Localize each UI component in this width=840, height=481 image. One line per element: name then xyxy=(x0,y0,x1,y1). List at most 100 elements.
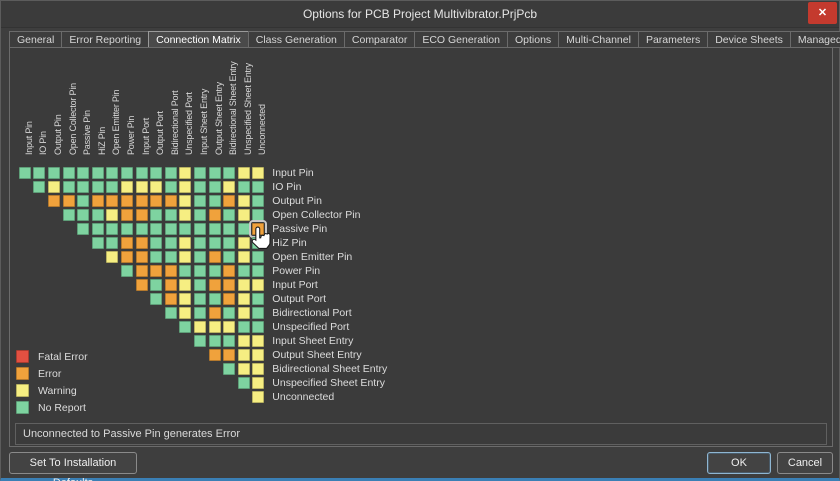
matrix-cell[interactable] xyxy=(121,209,133,221)
matrix-cell[interactable] xyxy=(106,167,118,179)
matrix-cell[interactable] xyxy=(252,181,264,193)
matrix-cell[interactable] xyxy=(136,265,148,277)
matrix-cell[interactable] xyxy=(165,195,177,207)
matrix-cell[interactable] xyxy=(209,195,221,207)
matrix-cell[interactable] xyxy=(223,251,235,263)
matrix-cell[interactable] xyxy=(194,195,206,207)
matrix-cell[interactable] xyxy=(106,181,118,193)
tab-eco-generation[interactable]: ECO Generation xyxy=(414,31,507,48)
matrix-cell[interactable] xyxy=(150,279,162,291)
matrix-cell[interactable] xyxy=(106,209,118,221)
matrix-cell[interactable] xyxy=(121,167,133,179)
matrix-cell[interactable] xyxy=(179,307,191,319)
tab-multi-channel[interactable]: Multi-Channel xyxy=(558,31,638,48)
matrix-cell[interactable] xyxy=(252,167,264,179)
matrix-cell[interactable] xyxy=(165,223,177,235)
matrix-cell[interactable] xyxy=(150,293,162,305)
matrix-cell[interactable] xyxy=(136,167,148,179)
matrix-cell[interactable] xyxy=(209,237,221,249)
tab-error-reporting[interactable]: Error Reporting xyxy=(61,31,148,48)
matrix-cell[interactable] xyxy=(150,209,162,221)
matrix-cell[interactable] xyxy=(252,293,264,305)
matrix-cell[interactable] xyxy=(121,265,133,277)
matrix-cell[interactable] xyxy=(223,321,235,333)
matrix-cell[interactable] xyxy=(92,167,104,179)
matrix-cell[interactable] xyxy=(63,195,75,207)
matrix-cell[interactable] xyxy=(136,195,148,207)
matrix-cell[interactable] xyxy=(252,279,264,291)
matrix-cell[interactable] xyxy=(238,237,250,249)
matrix-cell[interactable] xyxy=(136,279,148,291)
matrix-cell[interactable] xyxy=(194,167,206,179)
matrix-cell[interactable] xyxy=(77,167,89,179)
matrix-cell[interactable] xyxy=(136,223,148,235)
matrix-cell[interactable] xyxy=(150,195,162,207)
matrix-cell[interactable] xyxy=(165,251,177,263)
matrix-cell[interactable] xyxy=(252,209,264,221)
matrix-cell[interactable] xyxy=(150,167,162,179)
matrix-cell[interactable] xyxy=(165,167,177,179)
matrix-cell[interactable] xyxy=(252,377,264,389)
matrix-cell[interactable] xyxy=(33,181,45,193)
matrix-cell[interactable] xyxy=(48,167,60,179)
matrix-cell[interactable] xyxy=(179,209,191,221)
matrix-cell[interactable] xyxy=(150,251,162,263)
matrix-cell[interactable] xyxy=(209,223,221,235)
matrix-cell[interactable] xyxy=(223,265,235,277)
matrix-cell[interactable] xyxy=(238,349,250,361)
matrix-cell[interactable] xyxy=(179,265,191,277)
matrix-cell[interactable] xyxy=(179,167,191,179)
matrix-cell[interactable] xyxy=(194,237,206,249)
matrix-cell[interactable] xyxy=(238,209,250,221)
matrix-cell[interactable] xyxy=(209,349,221,361)
tab-device-sheets[interactable]: Device Sheets xyxy=(707,31,790,48)
matrix-cell[interactable] xyxy=(194,223,206,235)
matrix-cell[interactable] xyxy=(106,237,118,249)
matrix-cell[interactable] xyxy=(63,181,75,193)
matrix-cell[interactable] xyxy=(209,321,221,333)
matrix-cell[interactable] xyxy=(209,279,221,291)
matrix-cell[interactable] xyxy=(150,223,162,235)
matrix-cell[interactable] xyxy=(194,293,206,305)
matrix-cell[interactable] xyxy=(252,391,264,403)
matrix-cell[interactable] xyxy=(252,349,264,361)
matrix-cell[interactable] xyxy=(194,251,206,263)
matrix-cell[interactable] xyxy=(223,279,235,291)
title-bar[interactable]: Options for PCB Project Multivibrator.Pr… xyxy=(1,1,839,28)
matrix-cell[interactable] xyxy=(179,321,191,333)
matrix-cell[interactable] xyxy=(209,265,221,277)
matrix-cell[interactable] xyxy=(77,181,89,193)
matrix-cell[interactable] xyxy=(179,251,191,263)
matrix-cell[interactable] xyxy=(252,223,264,235)
cancel-button[interactable]: Cancel xyxy=(777,452,833,474)
matrix-cell[interactable] xyxy=(121,181,133,193)
matrix-cell[interactable] xyxy=(77,223,89,235)
matrix-cell[interactable] xyxy=(223,237,235,249)
matrix-cell[interactable] xyxy=(238,223,250,235)
matrix-cell[interactable] xyxy=(238,307,250,319)
matrix-cell[interactable] xyxy=(252,237,264,249)
matrix-cell[interactable] xyxy=(252,363,264,375)
matrix-cell[interactable] xyxy=(121,251,133,263)
matrix-cell[interactable] xyxy=(252,251,264,263)
matrix-cell[interactable] xyxy=(194,209,206,221)
matrix-cell[interactable] xyxy=(238,265,250,277)
matrix-cell[interactable] xyxy=(194,279,206,291)
matrix-cell[interactable] xyxy=(92,195,104,207)
matrix-cell[interactable] xyxy=(179,195,191,207)
matrix-cell[interactable] xyxy=(209,293,221,305)
matrix-cell[interactable] xyxy=(92,223,104,235)
matrix-cell[interactable] xyxy=(209,251,221,263)
matrix-cell[interactable] xyxy=(150,237,162,249)
matrix-cell[interactable] xyxy=(223,349,235,361)
matrix-cell[interactable] xyxy=(223,363,235,375)
matrix-cell[interactable] xyxy=(179,293,191,305)
matrix-cell[interactable] xyxy=(48,181,60,193)
matrix-cell[interactable] xyxy=(165,279,177,291)
matrix-cell[interactable] xyxy=(209,307,221,319)
tab-comparator[interactable]: Comparator xyxy=(344,31,414,48)
matrix-cell[interactable] xyxy=(238,251,250,263)
matrix-cell[interactable] xyxy=(106,251,118,263)
matrix-cell[interactable] xyxy=(179,181,191,193)
tab-options[interactable]: Options xyxy=(507,31,558,48)
